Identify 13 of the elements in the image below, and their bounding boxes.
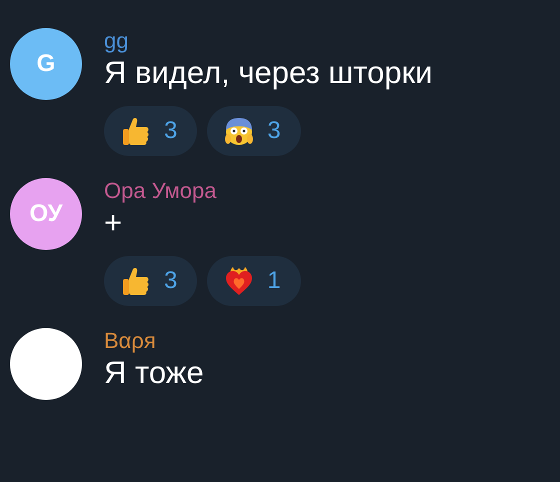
screaming-face-icon: [223, 115, 256, 147]
message-text: Я видел, через шторки: [104, 54, 432, 92]
avatar: G: [10, 28, 82, 100]
author-name: Ора Умора: [104, 178, 218, 204]
author-name: Вαρя: [104, 328, 157, 354]
reaction-button[interactable]: 3: [104, 106, 198, 156]
message-text: Я тоже: [104, 354, 204, 392]
avatar: ОУ: [10, 178, 82, 250]
reaction-button[interactable]: 3: [104, 256, 198, 306]
message-text: +: [104, 204, 124, 242]
reaction-button[interactable]: 3: [207, 106, 301, 156]
reaction-button[interactable]: 1: [207, 256, 301, 306]
author-name: gg: [104, 28, 130, 54]
